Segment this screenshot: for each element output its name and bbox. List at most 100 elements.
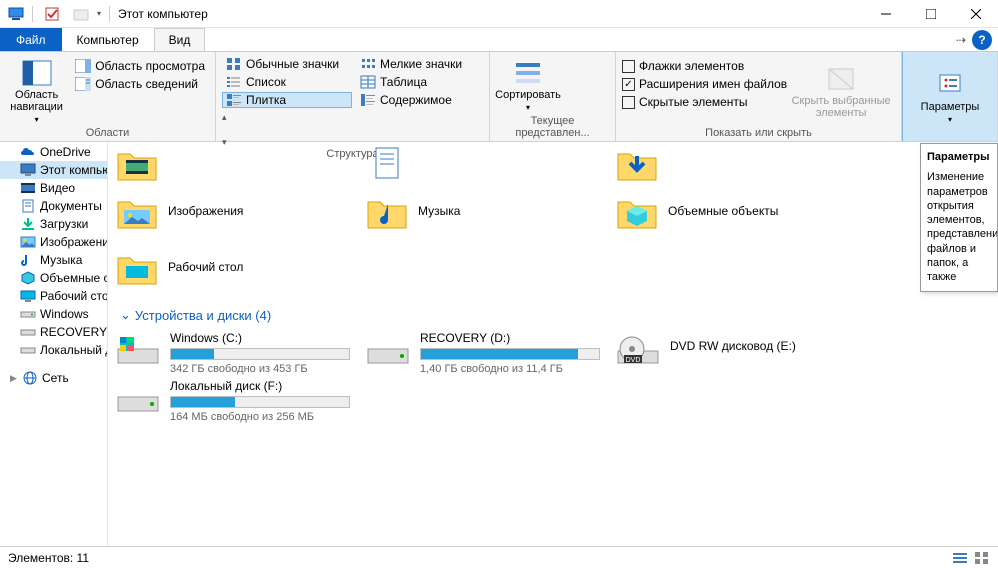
tree-music[interactable]: Музыка bbox=[0, 251, 107, 269]
folder-tiles-row3: Рабочий стол bbox=[116, 239, 998, 295]
network-icon bbox=[22, 371, 38, 385]
drive-usage-bar bbox=[170, 348, 350, 360]
preview-pane-icon bbox=[75, 59, 91, 73]
normal-icons-icon bbox=[226, 57, 242, 71]
drive-icon bbox=[20, 325, 36, 339]
folder-label: Музыка bbox=[418, 204, 460, 218]
drive-c[interactable]: Windows (C:) 342 ГБ свободно из 453 ГБ bbox=[116, 329, 366, 377]
tree-downloads[interactable]: Загрузки bbox=[0, 215, 107, 233]
drive-name: DVD RW дисковод (E:) bbox=[670, 339, 866, 353]
folder-pictures[interactable]: Изображения bbox=[116, 183, 366, 239]
checkbox-icon bbox=[622, 96, 635, 109]
details-pane-icon bbox=[75, 77, 91, 91]
drive-icon bbox=[20, 307, 36, 321]
tab-computer[interactable]: Компьютер bbox=[62, 28, 154, 51]
preview-pane-label: Область просмотра bbox=[95, 59, 205, 73]
layout-scroll-up-icon[interactable]: ▴ bbox=[222, 112, 234, 123]
checkbox-icon bbox=[622, 60, 635, 73]
drive-d[interactable]: RECOVERY (D:) 1,40 ГБ свободно из 11,4 Г… bbox=[366, 329, 616, 377]
folder-label: Объемные объекты bbox=[668, 204, 778, 218]
qat-properties-icon[interactable] bbox=[45, 7, 61, 21]
desktop-folder-icon bbox=[116, 246, 158, 288]
folder-3dobjects[interactable]: Объемные объекты bbox=[616, 183, 866, 239]
drive-free-text: 164 МБ свободно из 256 МБ bbox=[170, 411, 366, 423]
music-folder-icon bbox=[366, 190, 408, 232]
tooltip-title: Параметры bbox=[927, 150, 991, 164]
tree-network[interactable]: ▶Сеть bbox=[0, 369, 107, 387]
file-menu[interactable]: Файл bbox=[0, 28, 62, 51]
ribbon-group-current-label: Текущее представлен... bbox=[496, 115, 609, 139]
minimize-ribbon-icon[interactable]: ⇢ bbox=[956, 33, 966, 47]
checkbox-item-checkboxes[interactable]: Флажки элементов bbox=[622, 58, 787, 74]
details-view-icon[interactable] bbox=[952, 551, 968, 565]
layout-small-icons[interactable]: Мелкие значки bbox=[356, 56, 476, 72]
help-button[interactable]: ? bbox=[972, 30, 992, 50]
nav-tree: OneDrive Этот компьютер Видео Документы … bbox=[0, 143, 108, 546]
status-item-count: Элементов: 11 bbox=[8, 551, 89, 565]
layout-content[interactable]: Содержимое bbox=[356, 92, 476, 108]
separator bbox=[109, 6, 110, 22]
tree-pictures[interactable]: Изображения bbox=[0, 233, 107, 251]
layout-tiles[interactable]: Плитка bbox=[222, 92, 352, 108]
app-icon bbox=[8, 7, 24, 21]
folder-music[interactable]: Музыка bbox=[366, 183, 616, 239]
folder-tile[interactable] bbox=[366, 143, 616, 183]
drive-f[interactable]: Локальный диск (F:) 164 МБ свободно из 2… bbox=[116, 377, 366, 425]
nav-pane-icon bbox=[21, 59, 53, 87]
tree-onedrive[interactable]: OneDrive bbox=[0, 143, 107, 161]
ribbon: Область навигации ▾ Область просмотра Об… bbox=[0, 52, 998, 142]
videos-icon bbox=[20, 181, 36, 195]
downloads-icon bbox=[20, 217, 36, 231]
checkbox-file-ext[interactable]: ✓Расширения имен файлов bbox=[622, 76, 787, 92]
content-area: OneDrive Этот компьютер Видео Документы … bbox=[0, 143, 998, 546]
sort-button[interactable]: Сортировать▾ bbox=[496, 56, 560, 115]
maximize-button[interactable] bbox=[908, 0, 953, 28]
section-drives-header[interactable]: ⌄ Устройства и диски (4) bbox=[116, 295, 998, 329]
tree-drive-c[interactable]: Windows bbox=[0, 305, 107, 323]
qat-newfolder-icon[interactable] bbox=[73, 7, 89, 21]
large-icons-view-icon[interactable] bbox=[974, 551, 990, 565]
drive-free-text: 342 ГБ свободно из 453 ГБ bbox=[170, 363, 366, 375]
separator bbox=[32, 6, 33, 22]
svg-text:DVD: DVD bbox=[626, 357, 641, 364]
folder-desktop[interactable]: Рабочий стол bbox=[116, 239, 366, 295]
tiles-icon bbox=[226, 93, 242, 107]
tree-thispc[interactable]: Этот компьютер bbox=[0, 161, 107, 179]
ribbon-group-layout: Обычные значки Список Плитка Мелкие знач… bbox=[216, 52, 490, 141]
details-pane-button[interactable]: Область сведений bbox=[71, 76, 209, 92]
folder-label: Изображения bbox=[168, 204, 243, 218]
minimize-button[interactable] bbox=[863, 0, 908, 28]
layout-normal-icons[interactable]: Обычные значки bbox=[222, 56, 352, 72]
checkbox-hidden-items[interactable]: Скрытые элементы bbox=[622, 94, 787, 110]
tree-documents[interactable]: Документы bbox=[0, 197, 107, 215]
drive-usage-bar bbox=[170, 396, 350, 408]
documents-icon bbox=[20, 199, 36, 213]
tree-drive-d[interactable]: RECOVERY bbox=[0, 323, 107, 341]
content-icon bbox=[360, 93, 376, 107]
folder-label: Рабочий стол bbox=[168, 260, 243, 274]
drives-row2: Локальный диск (F:) 164 МБ свободно из 2… bbox=[116, 377, 998, 425]
hide-selected-button: Скрыть выбранные элементы bbox=[791, 56, 891, 127]
computer-icon bbox=[20, 163, 36, 177]
preview-pane-button[interactable]: Область просмотра bbox=[71, 58, 209, 74]
options-button[interactable]: Параметры▾ bbox=[918, 56, 982, 139]
hdd-icon bbox=[366, 335, 410, 367]
tree-3dobjects[interactable]: Объемные объекты bbox=[0, 269, 107, 287]
nav-pane-button[interactable]: Область навигации ▾ bbox=[6, 56, 67, 127]
qat-dropdown-icon[interactable]: ▾ bbox=[97, 9, 101, 18]
tab-view[interactable]: Вид bbox=[154, 28, 206, 51]
tree-desktop[interactable]: Рабочий стол bbox=[0, 287, 107, 305]
ribbon-group-showhide: Флажки элементов ✓Расширения имен файлов… bbox=[616, 52, 902, 141]
tree-drive-f[interactable]: Локальный диск bbox=[0, 341, 107, 359]
close-button[interactable] bbox=[953, 0, 998, 28]
folder-tile[interactable] bbox=[116, 143, 366, 183]
video-folder-icon bbox=[116, 143, 158, 184]
options-icon bbox=[934, 71, 966, 99]
table-icon bbox=[360, 75, 376, 89]
folder-tile[interactable] bbox=[616, 143, 866, 183]
tree-videos[interactable]: Видео bbox=[0, 179, 107, 197]
layout-table[interactable]: Таблица bbox=[356, 74, 476, 90]
drive-free-text: 1,40 ГБ свободно из 11,4 ГБ bbox=[420, 363, 616, 375]
drive-e[interactable]: DVD DVD RW дисковод (E:) bbox=[616, 329, 866, 377]
layout-list[interactable]: Список bbox=[222, 74, 352, 90]
